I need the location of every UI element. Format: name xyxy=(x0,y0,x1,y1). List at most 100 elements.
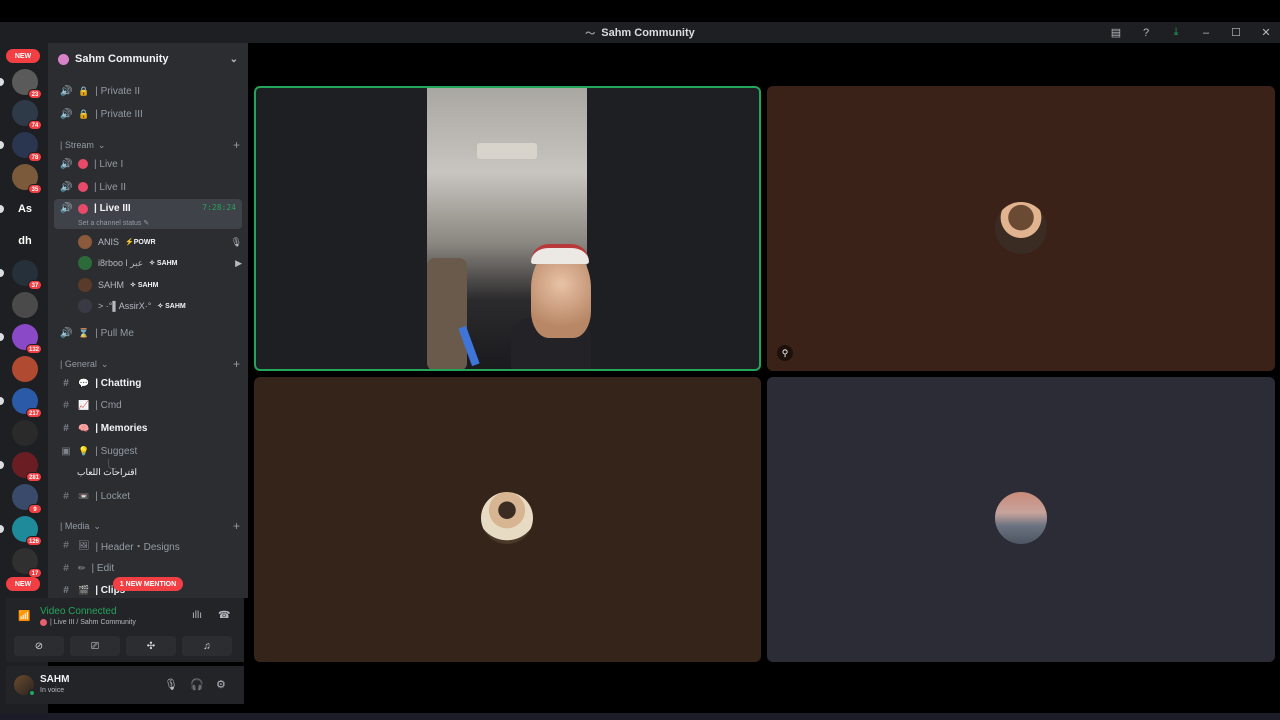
avatar xyxy=(78,235,92,249)
headphones-icon[interactable]: 🎧 xyxy=(190,678,204,691)
server-icon[interactable]: 78 xyxy=(12,132,42,162)
server-label: As xyxy=(17,203,33,215)
avatar xyxy=(78,256,92,270)
voice-channel-path[interactable]: | Live III / Sahm Community xyxy=(40,619,136,626)
server-icon[interactable]: 132 xyxy=(12,324,42,354)
lock-icon: 🔒 xyxy=(78,85,90,96)
server-icon[interactable] xyxy=(12,420,38,446)
server-icon[interactable]: 217 xyxy=(12,388,42,418)
server-icon[interactable]: dh xyxy=(12,228,38,254)
voice-user-name: ANIS xyxy=(98,237,120,247)
activities-button[interactable]: ✣ xyxy=(126,636,176,656)
video-tile-participant-2[interactable]: ⚲ xyxy=(767,86,1275,371)
mention-badge: 9 xyxy=(28,504,42,514)
server-icon[interactable]: 23 xyxy=(12,69,42,99)
voice-status[interactable]: Video Connected xyxy=(40,606,117,617)
camera-off-button[interactable]: ⊘ xyxy=(14,636,64,656)
channel-suggest[interactable]: ▣ 💡 | Suggest xyxy=(54,441,242,461)
server-icon[interactable]: 126 xyxy=(12,516,42,546)
category-stream[interactable]: | Stream ⌄ + xyxy=(60,138,240,152)
channel-edit[interactable]: # ✏ | Edit xyxy=(54,558,242,578)
channel-memories[interactable]: # 🧠 | Memories xyxy=(54,418,242,438)
add-channel-icon[interactable]: + xyxy=(233,138,240,152)
unread-pip xyxy=(0,525,4,533)
channel-cmd[interactable]: # 📈 | Cmd xyxy=(54,395,242,415)
channel-live-2[interactable]: 🔊 | Live II xyxy=(54,177,242,197)
channel-label: | Pull Me xyxy=(95,327,134,339)
avatar[interactable] xyxy=(14,675,36,697)
discord-window: 〜 Sahm Community ▤ ? ⤓ – ☐ ✕ NEW 23 74 78 35… xyxy=(0,0,1280,720)
server-icon[interactable]: 35 xyxy=(12,164,42,194)
category-label: | General xyxy=(60,359,97,369)
channel-label: | Suggest xyxy=(95,445,138,457)
speech-bubble-icon: 💬 xyxy=(78,377,90,388)
server-icon[interactable]: As xyxy=(12,196,38,222)
server-icon[interactable]: 74 xyxy=(12,100,42,130)
window-title-text: Sahm Community xyxy=(601,26,695,39)
new-server-pill[interactable]: NEW xyxy=(6,577,40,591)
hash-icon: # xyxy=(63,377,69,389)
category-media[interactable]: | Media ⌄ + xyxy=(60,519,240,533)
disconnect-icon[interactable]: ☎ xyxy=(218,610,230,621)
brain-icon: 🧠 xyxy=(78,422,90,433)
video-tile-participant-4[interactable] xyxy=(767,377,1275,662)
server-header[interactable]: Sahm Community ⌄ xyxy=(48,43,248,75)
channel-label: | Chatting xyxy=(95,377,142,389)
soundboard-button[interactable]: ♫ xyxy=(182,636,232,656)
new-server-pill[interactable]: NEW xyxy=(6,49,40,63)
server-label: dh xyxy=(18,235,32,247)
film-icon: 📼 xyxy=(78,490,90,501)
channel-sidebar: Sahm Community ⌄ 🔊 🔒 | Private II 🔊 🔒 | … xyxy=(48,43,248,598)
channel-live-1[interactable]: 🔊 | Live I xyxy=(54,154,242,174)
channel-private-3[interactable]: 🔊 🔒 | Private III xyxy=(54,104,242,124)
server-icon[interactable]: 17 xyxy=(12,548,42,578)
lightbulb-icon: 💡 xyxy=(78,445,90,456)
voice-user[interactable]: i8rboo l عبر ✧ SAHM ▶ xyxy=(78,254,242,272)
download-icon[interactable]: ⤓ xyxy=(1168,25,1184,41)
window-controls: ▤ ? ⤓ – ☐ ✕ xyxy=(1108,22,1274,43)
voice-user[interactable]: > ·°▌AssirX·° ✧ SAHM xyxy=(78,297,242,315)
person-cap xyxy=(531,244,589,264)
category-general[interactable]: | General ⌄ + xyxy=(60,357,240,371)
screen-share-icon: ⎚ xyxy=(91,640,99,652)
add-channel-icon[interactable]: + xyxy=(233,357,240,371)
user-name[interactable]: SAHM xyxy=(40,674,69,685)
car-seat xyxy=(427,258,467,369)
microphone-icon[interactable]: 🎙 xyxy=(164,678,178,691)
channel-private-2[interactable]: 🔊 🔒 | Private II xyxy=(54,81,242,101)
add-channel-icon[interactable]: + xyxy=(233,519,240,533)
video-tile-participant-3[interactable] xyxy=(254,377,761,662)
new-mention-pill[interactable]: 1 NEW MENTION xyxy=(113,577,183,591)
voice-user-name: SAHM xyxy=(98,280,125,290)
speaker-icon: 🔊 xyxy=(60,108,73,120)
server-icon[interactable] xyxy=(12,356,38,382)
server-icon[interactable]: 37 xyxy=(12,260,42,290)
inbox-icon[interactable]: ▤ xyxy=(1108,25,1124,41)
hash-icon: # xyxy=(63,562,69,574)
channel-header-designs[interactable]: # 🖼 | Header・Designs xyxy=(54,535,242,555)
thread-suggest[interactable]: اقتراحات اللعاب xyxy=(77,467,137,478)
gear-icon[interactable]: ⚙ xyxy=(216,678,226,691)
voice-user[interactable]: ANIS ⚡POWR 🎙 xyxy=(78,233,242,251)
voice-user[interactable]: SAHM ✧ SAHM xyxy=(78,276,242,294)
close-button[interactable]: ✕ xyxy=(1258,25,1274,41)
server-icon[interactable]: 281 xyxy=(12,452,42,482)
minimize-button[interactable]: – xyxy=(1198,25,1214,41)
window-title: 〜 Sahm Community xyxy=(585,25,695,41)
channel-locket[interactable]: # 📼 | Locket xyxy=(54,486,242,506)
channel-pull-me[interactable]: 🔊 ⌛ | Pull Me xyxy=(54,323,242,343)
help-icon[interactable]: ? xyxy=(1138,25,1154,41)
video-tile-camera[interactable] xyxy=(254,86,761,371)
maximize-button[interactable]: ☐ xyxy=(1228,25,1244,41)
channel-status[interactable]: Set a channel status ✎ xyxy=(78,219,149,227)
hash-icon: # xyxy=(63,584,69,596)
signal-icon[interactable]: 📶 xyxy=(18,611,30,622)
noise-suppression-icon[interactable]: ıllı xyxy=(192,610,202,621)
server-icon[interactable] xyxy=(12,292,38,318)
channel-label: | Live III xyxy=(94,203,131,214)
screen-share-button[interactable]: ⎚ xyxy=(70,636,120,656)
voice-glyph-icon: 〜 xyxy=(585,29,596,40)
activities-icon: ✣ xyxy=(146,640,156,652)
server-icon[interactable]: 9 xyxy=(12,484,42,514)
channel-chatting[interactable]: # 💬 | Chatting xyxy=(54,373,242,393)
